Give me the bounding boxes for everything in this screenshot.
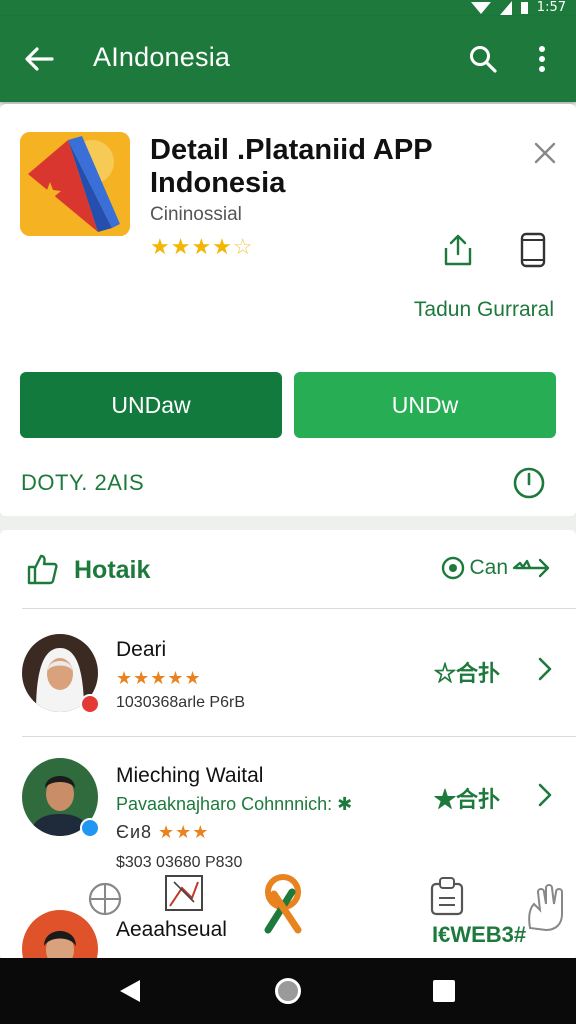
floating-icon-strip xyxy=(0,872,576,952)
chevron-right-icon[interactable] xyxy=(536,782,554,808)
nav-home-icon[interactable] xyxy=(275,978,301,1004)
system-nav-bar xyxy=(0,958,576,1024)
review-subtext: 1030368аrle P6rB xyxy=(116,694,245,711)
review-action[interactable]: ☆合扑 xyxy=(434,656,500,688)
review-subtext: Pavaaknajharo Cohnnnich: ✱ xyxy=(116,794,353,814)
divider xyxy=(22,736,576,737)
thumbs-up-icon xyxy=(27,554,58,585)
clock-icon[interactable] xyxy=(512,466,546,500)
primary-install-button[interactable]: UNDаw xyxy=(20,372,282,438)
app-bar: AIndonesia xyxy=(0,16,576,102)
section-link-label: Can xyxy=(469,556,508,579)
app-name: Detail .Plataniid APP Indonesia xyxy=(150,134,433,199)
arrow-right-icon xyxy=(512,558,550,578)
clipboard-icon[interactable] xyxy=(428,876,466,918)
map-icon[interactable] xyxy=(162,872,206,916)
filled-stars: ★★★★ xyxy=(150,234,233,259)
section-title: Hotaik xyxy=(74,556,151,584)
nav-back-icon[interactable] xyxy=(118,978,142,1004)
half-star: ☆ xyxy=(232,234,254,259)
review-stars: Єи8 ★★★ xyxy=(116,822,209,843)
battery-icon xyxy=(520,1,528,14)
app-icon[interactable] xyxy=(20,132,130,236)
search-icon[interactable] xyxy=(468,44,498,74)
app-detail-card: Detail .Plataniid APP Indonesia Cininoss… xyxy=(0,104,576,516)
divider xyxy=(22,608,576,609)
nav-recents-icon[interactable] xyxy=(433,980,455,1002)
secondary-link[interactable]: Tadun Gurraral xyxy=(414,298,554,322)
app-rating-stars: ★★★★☆ xyxy=(150,234,254,260)
hand-icon[interactable] xyxy=(524,884,568,932)
verified-badge xyxy=(80,818,100,838)
chat-icon xyxy=(442,556,465,580)
share-icon[interactable] xyxy=(440,232,476,268)
review-date: $303 03680 P830 xyxy=(116,854,243,871)
review-stars: ★★★★★ xyxy=(116,668,202,688)
more-vert-icon[interactable] xyxy=(530,44,554,74)
secondary-install-button[interactable]: UNDw xyxy=(294,372,556,438)
wifi-icon xyxy=(470,1,491,14)
app-bar-title: AIndonesia xyxy=(93,42,231,72)
ribbon-logo-icon[interactable] xyxy=(258,872,308,934)
reviewer-name: Deari xyxy=(116,638,167,661)
status-icons: 1:57 xyxy=(470,0,566,15)
app-logo-icon xyxy=(20,132,130,236)
section-link[interactable]: Can xyxy=(441,556,552,580)
review-action[interactable]: ★合扑 xyxy=(434,782,500,814)
reviewer-name: Mieching Waital xyxy=(116,764,264,787)
review-star-glyphs: ★★★ xyxy=(158,822,210,842)
chevron-right-icon[interactable] xyxy=(536,656,554,682)
verified-badge xyxy=(80,694,100,714)
meta-text: DOTY. 2AIS xyxy=(21,470,145,495)
device-icon[interactable] xyxy=(516,232,550,268)
back-arrow-icon[interactable] xyxy=(22,42,56,76)
status-bar: 1:57 xyxy=(0,0,576,16)
signal-icon xyxy=(499,0,512,15)
review-prefix: Єи8 xyxy=(116,822,153,842)
globe-icon[interactable] xyxy=(86,880,124,918)
close-icon[interactable] xyxy=(532,140,558,166)
developer-name[interactable]: Cininossial xyxy=(150,204,242,226)
status-time: 1:57 xyxy=(536,0,566,15)
